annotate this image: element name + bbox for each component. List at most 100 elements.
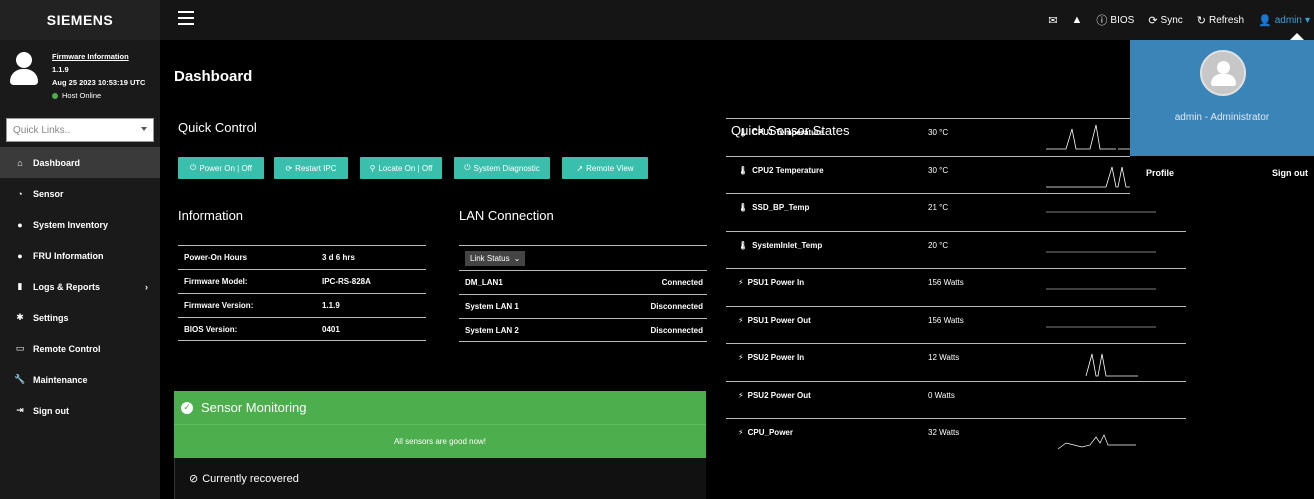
sidebar-item-sign-out[interactable]: ⇥ Sign out: [0, 395, 160, 426]
refresh-button[interactable]: ↻ Refresh: [1197, 14, 1244, 27]
sensor-name: SSD_BP_Temp: [752, 203, 810, 212]
tachometer-icon: ⌂: [17, 157, 23, 168]
sync-label: Sync: [1160, 14, 1183, 26]
list-item[interactable]: ⚡ PSU1 Power In 156 Watts: [726, 268, 1186, 306]
top-bar: SIEMENS ✉ ▲ ⓘ BIOS ⟳ Sync ↻ Refresh 👤 admin ▾: [0, 0, 1314, 40]
refresh-label: Refresh: [1209, 14, 1245, 26]
alerts-button[interactable]: ▲: [1072, 14, 1083, 26]
quick-links-select[interactable]: Quick Links..: [6, 118, 154, 142]
info-icon: ●: [17, 250, 23, 261]
sparkline: [1046, 288, 1156, 290]
sidebar-nav: ⌂ Dashboard ◔ Sensor ● System Inventory ● FR…: [0, 147, 160, 426]
sidebar-item-label: Settings: [33, 312, 69, 323]
sparkline: [1046, 211, 1156, 213]
sensor-value: 30 °C: [928, 165, 949, 175]
lan-status: Disconnected: [650, 302, 703, 311]
list-item[interactable]: ⚡ PSU2 Power In 12 Watts: [726, 343, 1186, 381]
quick-sensor-list: 🌡 CPU1 Temperature 30 °C 🌡 CPU2 Temperatur…: [726, 118, 1186, 456]
currently-recovered-header[interactable]: ⊘ Currently recovered: [174, 458, 706, 499]
thermometer-icon: 🌡: [738, 128, 749, 137]
list-item[interactable]: ⚡ PSU1 Power Out 156 Watts: [726, 305, 1186, 344]
messages-button[interactable]: ✉: [1048, 14, 1057, 27]
thermometer-icon: 🌡: [738, 203, 749, 212]
quick-control-title: Quick Control: [178, 120, 257, 135]
sensor-value: 156 Watts: [928, 315, 964, 325]
chevron-down-icon: ⌄: [513, 253, 521, 263]
sign-out-button[interactable]: Sign out: [1272, 168, 1308, 178]
sidebar-item-remote-control[interactable]: ▭ Remote Control: [0, 333, 160, 364]
remote-view-label: Remote View: [586, 163, 634, 173]
sidebar-item-label: Sensor: [33, 188, 64, 199]
power-icon: ⚡: [738, 278, 744, 287]
restart-ipc-button[interactable]: ⟳ Restart IPC: [274, 157, 348, 179]
sidebar-item-fru-information[interactable]: ● FRU Information: [0, 240, 160, 271]
lan-name: System LAN 1: [465, 302, 519, 311]
table-row: System LAN 1 Disconnected: [459, 294, 707, 318]
table-row: BIOS Version: 0401: [178, 317, 426, 341]
chevron-right-icon: ›: [145, 281, 148, 292]
list-item[interactable]: 🌡 CPU1 Temperature 30 °C: [726, 118, 1186, 156]
sidebar-item-label: Logs & Reports: [33, 281, 101, 292]
sidebar-item-dashboard[interactable]: ⌂ Dashboard: [0, 147, 160, 178]
list-item[interactable]: ⚡ CPU_Power 32 Watts: [726, 418, 1186, 456]
sensor-value: 156 Watts: [928, 278, 964, 287]
check-circle-icon: ⊘: [189, 473, 199, 485]
sidebar-item-sensor[interactable]: ◔ Sensor: [0, 178, 160, 209]
sensor-value: 30 °C: [928, 128, 949, 137]
sidebar: Firmware Information 1.1.9 Aug 25 2023 1…: [0, 40, 160, 499]
firmware-info: Firmware Information 1.1.9 Aug 25 2023 1…: [0, 40, 160, 110]
sync-button[interactable]: ⟳ Sync: [1148, 14, 1182, 27]
brand-logo[interactable]: SIEMENS: [0, 0, 160, 40]
sidebar-item-logs-reports[interactable]: ▮ Logs & Reports ›: [0, 271, 160, 302]
bios-label: BIOS: [1110, 14, 1135, 26]
wrench-icon: 🔧: [14, 374, 26, 384]
system-diagnostic-label: System Diagnostic: [473, 163, 540, 173]
sensor-monitoring-panel: ✓ Sensor Monitoring All sensors are good …: [174, 391, 706, 499]
sensor-name: PSU1 Power In: [747, 278, 805, 287]
sensor-name: CPU_Power: [747, 428, 793, 437]
sensor-monitoring-header[interactable]: ✓ Sensor Monitoring: [174, 391, 706, 424]
sensor-value: 12 Watts: [928, 353, 960, 362]
sensor-value: 20 °C: [928, 240, 949, 250]
link-status-select[interactable]: Link Status ⌄: [465, 250, 526, 266]
list-item[interactable]: 🌡 SystemInlet_Temp 20 °C: [726, 230, 1186, 269]
sidebar-item-settings[interactable]: ✱ Settings: [0, 302, 160, 333]
remote-view-button[interactable]: ↗ Remote View: [562, 157, 648, 179]
table-row: Firmware Model: IPC-RS-828A: [178, 269, 426, 293]
sidebar-item-maintenance[interactable]: 🔧 Maintenance: [0, 364, 160, 395]
bios-button[interactable]: ⓘ BIOS: [1096, 12, 1134, 28]
sensor-monitoring-title: Sensor Monitoring: [201, 400, 307, 415]
firmware-date: Aug 25 2023 10:53:19 UTC: [52, 78, 146, 87]
sparkline: [1046, 251, 1156, 252]
list-item[interactable]: 🌡 CPU2 Temperature 30 °C: [726, 155, 1186, 194]
sync-icon: ⟳: [1148, 14, 1158, 27]
lan-status: Disconnected: [650, 325, 703, 335]
sidebar-item-label: Maintenance: [33, 374, 88, 385]
power-button[interactable]: ⏻ Power On | Off: [178, 157, 264, 179]
power-button-label: Power On | Off: [199, 163, 252, 173]
sidebar-item-label: Dashboard: [33, 157, 81, 168]
sidebar-item-label: FRU Information: [33, 250, 104, 261]
power-icon: ⏻: [464, 163, 471, 172]
list-item[interactable]: ⚡ PSU2 Power Out 0 Watts: [726, 380, 1186, 419]
refresh-icon: ↻: [1196, 14, 1206, 27]
sidebar-item-system-inventory[interactable]: ● System Inventory: [0, 209, 160, 240]
warning-icon: ▲: [1071, 14, 1083, 26]
info-key: Power-On Hours: [184, 253, 248, 262]
sensor-name: PSU2 Power In: [747, 353, 805, 362]
admin-dropdown: admin - Administrator: [1130, 40, 1314, 156]
user-icon: 👤: [1258, 14, 1272, 27]
firmware-info-link[interactable]: Firmware Information: [52, 50, 145, 63]
sensor-value: 21 °C: [928, 203, 949, 212]
system-diagnostic-button[interactable]: ⏻ System Diagnostic: [454, 157, 550, 179]
monitor-icon: ▭: [15, 343, 25, 353]
locate-button[interactable]: ⚲ Locate On | Off: [360, 157, 442, 179]
list-item[interactable]: 🌡 SSD_BP_Temp 21 °C: [726, 193, 1186, 231]
menu-toggle-icon[interactable]: [178, 11, 194, 25]
profile-button[interactable]: Profile: [1146, 168, 1174, 178]
top-actions: ✉ ▲ ⓘ BIOS ⟳ Sync ↻ Refresh 👤 admin ▾: [1048, 0, 1314, 40]
sidebar-item-label: Sign out: [33, 405, 69, 416]
page-title: Dashboard: [174, 68, 253, 85]
sensor-value: 0 Watts: [928, 390, 955, 400]
user-menu-button[interactable]: 👤 admin ▾: [1258, 14, 1310, 27]
